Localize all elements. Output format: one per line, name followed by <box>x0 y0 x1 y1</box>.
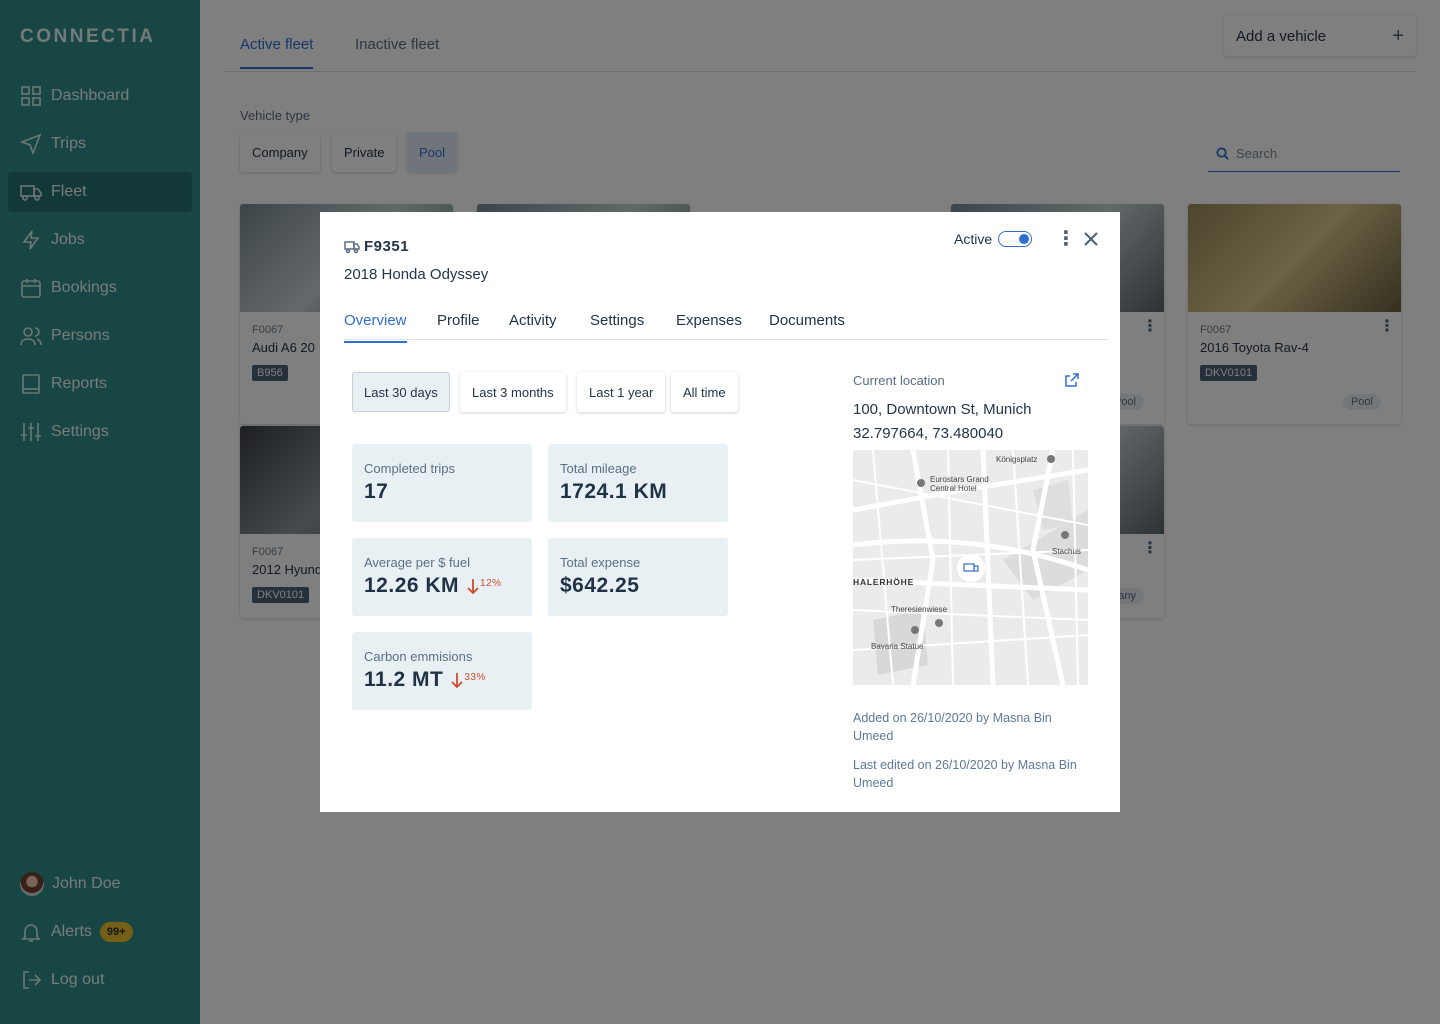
trend-value: 33% <box>464 672 486 683</box>
location-address-block: 100, Downtown St, Munich 32.797664, 73.4… <box>853 398 1031 446</box>
map-graphic: Eurostars Grand Central Hotel Königsplat… <box>853 450 1088 685</box>
active-toggle[interactable] <box>998 231 1033 247</box>
map-label-koenigsplatz: Königsplatz <box>996 455 1037 464</box>
status-control: Active <box>954 231 1033 247</box>
stat-total-expense: Total expense $642.25 <box>548 538 728 616</box>
vehicle-detail-modal: F9351 2018 Honda Odyssey Active ⋮ Overvi… <box>320 212 1120 812</box>
range-last-3-months[interactable]: Last 3 months <box>460 372 566 412</box>
tab-settings[interactable]: Settings <box>590 312 644 341</box>
map-label-theresienwiese: Theresienwiese <box>891 605 948 614</box>
location-map[interactable]: Eurostars Grand Central Hotel Königsplat… <box>853 450 1088 685</box>
stat-carbon-emissions: Carbon emmisions 11.2 MT 33% <box>352 632 532 710</box>
stat-label: Carbon emmisions <box>364 649 473 664</box>
map-label-area: HALERHÖHE <box>853 577 914 587</box>
stat-label: Average per $ fuel <box>364 555 470 570</box>
stat-avg-fuel: Average per $ fuel 12.26 KM 12% <box>352 538 532 616</box>
range-all-time[interactable]: All time <box>671 372 738 412</box>
stat-value: 12.26 KM <box>364 574 460 597</box>
modal-tabs: Overview Profile Activity Settings Expen… <box>344 300 1108 343</box>
arrow-down-icon <box>451 673 464 688</box>
stat-value: $642.25 <box>560 574 640 597</box>
edited-info: Last edited on 26/10/2020 by Masna Bin U… <box>853 758 1077 790</box>
map-label-hotel: Central Hotel <box>930 484 977 493</box>
vehicle-title: 2018 Honda Odyssey <box>344 266 489 283</box>
stat-label: Total mileage <box>560 461 637 476</box>
tab-activity[interactable]: Activity <box>509 312 557 341</box>
location-title: Current location <box>853 373 945 388</box>
vehicle-id: F9351 <box>344 238 409 255</box>
stat-label: Total expense <box>560 555 641 570</box>
stat-value-row: 11.2 MT 33% <box>364 668 520 692</box>
stat-value-row: 12.26 KM 12% <box>364 574 520 598</box>
stat-value: 17 <box>364 480 389 503</box>
trend-value: 12% <box>480 578 502 589</box>
vehicle-id-text: F9351 <box>364 238 410 255</box>
stat-value: 11.2 MT <box>364 668 444 691</box>
location-address: 100, Downtown St, Munich <box>853 401 1032 418</box>
status-label: Active <box>954 231 993 247</box>
stat-value: 1724.1 KM <box>560 480 668 503</box>
close-button[interactable] <box>1082 230 1100 248</box>
tab-documents[interactable]: Documents <box>769 312 845 341</box>
location-coords: 32.797664, 73.480040 <box>853 425 1004 442</box>
truck-icon <box>344 240 360 253</box>
stat-label: Completed trips <box>364 461 456 476</box>
external-link-icon[interactable] <box>1064 372 1080 388</box>
added-info: Added on 26/10/2020 by Masna Bin Umeed <box>853 711 1052 743</box>
map-label-bavaria: Bavaria Statue <box>871 642 924 651</box>
range-last-1-year[interactable]: Last 1 year <box>577 372 666 412</box>
tab-expenses[interactable]: Expenses <box>676 312 742 341</box>
map-label-stachus: Stachus <box>1052 547 1081 556</box>
stat-completed-trips: Completed trips 17 <box>352 444 532 522</box>
close-icon <box>1084 232 1098 246</box>
tab-profile[interactable]: Profile <box>437 312 480 341</box>
trend-down: 12% <box>467 578 502 594</box>
map-label-hotel: Eurostars Grand <box>930 475 989 484</box>
stat-total-mileage: Total mileage 1724.1 KM <box>548 444 728 522</box>
more-icon[interactable]: ⋮ <box>1056 229 1076 249</box>
arrow-down-icon <box>467 579 479 594</box>
range-last-30-days[interactable]: Last 30 days <box>352 372 450 412</box>
trend-down: 33% <box>451 672 486 688</box>
tab-overview[interactable]: Overview <box>344 312 407 343</box>
